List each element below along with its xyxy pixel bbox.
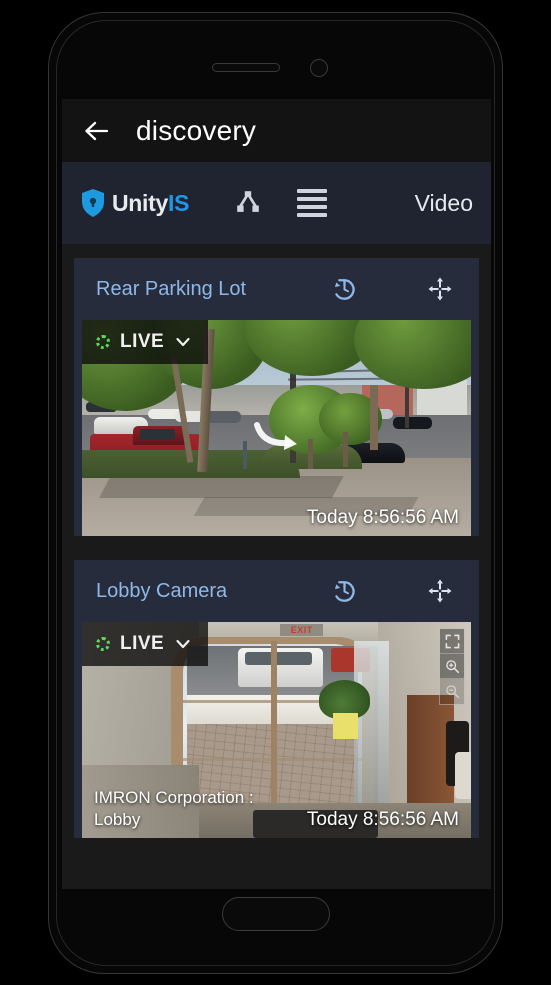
swipe-gesture-indicator <box>254 422 298 451</box>
fullscreen-icon <box>445 634 459 648</box>
history-restore-icon <box>334 580 355 602</box>
camera-title: Lobby Camera <box>96 579 228 602</box>
zoom-in-icon <box>445 659 459 673</box>
hamburger-menu-icon <box>297 189 328 217</box>
move-arrows-icon <box>428 579 452 603</box>
move-arrows-icon <box>428 277 452 301</box>
recording-spinner-icon <box>96 637 110 651</box>
exit-sign: EXIT <box>280 624 324 637</box>
live-status-badge[interactable]: LIVE <box>82 320 209 364</box>
recording-spinner-icon <box>96 335 110 349</box>
zoom-in-button[interactable] <box>440 654 464 679</box>
tree-hierarchy-icon <box>237 191 259 212</box>
tree-view-button[interactable] <box>231 186 265 220</box>
section-label: Video <box>414 189 473 216</box>
camera-card-header: Lobby Camera <box>74 560 479 622</box>
front-camera-lens <box>309 59 328 77</box>
chevron-down-icon[interactable] <box>174 333 192 351</box>
live-label: LIVE <box>120 633 165 654</box>
brand-logo[interactable]: UnityIS <box>80 188 189 218</box>
camera-list: Rear Parking Lot LIVE Today 8:56:56 AM L… <box>62 244 491 889</box>
camera-header-actions <box>327 574 457 608</box>
phone-frame: discovery UnityIS Video Rear Parking Lot… <box>48 12 503 974</box>
camera-header-actions <box>327 272 457 306</box>
history-restore-icon <box>334 278 355 300</box>
camera-card: Rear Parking Lot LIVE Today 8:56:56 AM <box>74 258 479 536</box>
back-button[interactable] <box>76 109 120 153</box>
navbar-icon-group <box>231 186 329 220</box>
page-title: discovery <box>136 114 257 146</box>
video-timestamp: Today 8:56:56 AM <box>306 507 459 528</box>
video-timestamp: Today 8:56:56 AM <box>306 809 459 830</box>
zoom-out-button[interactable] <box>440 679 464 704</box>
camera-title: Rear Parking Lot <box>96 277 247 300</box>
fullscreen-button[interactable] <box>440 629 464 654</box>
menu-button[interactable] <box>295 186 329 220</box>
home-button[interactable] <box>221 897 330 931</box>
video-control-stack <box>439 628 465 705</box>
camera-move-button[interactable] <box>423 272 457 306</box>
brand-name-accent: IS <box>168 189 190 216</box>
back-arrow-icon <box>85 121 109 140</box>
camera-move-button[interactable] <box>423 574 457 608</box>
zoom-out-icon <box>445 685 459 699</box>
brand-name-primary: Unity <box>112 189 169 216</box>
app-navbar: UnityIS Video <box>62 162 491 244</box>
live-status-badge[interactable]: LIVE <box>82 622 209 666</box>
earpiece-speaker <box>211 63 280 72</box>
camera-history-button[interactable] <box>327 574 361 608</box>
camera-card-header: Rear Parking Lot <box>74 258 479 320</box>
camera-video-feed[interactable]: LIVE Today 8:56:56 AM <box>82 320 471 536</box>
video-source-label: IMRON Corporation : Lobby <box>94 787 254 829</box>
chevron-down-icon[interactable] <box>174 635 192 653</box>
app-titlebar: discovery <box>62 99 491 162</box>
live-label: LIVE <box>120 331 165 352</box>
camera-card: Lobby Camera EXIT LIVE IMRON Corporation… <box>74 560 479 838</box>
shield-lock-icon <box>82 189 104 217</box>
phone-screen: discovery UnityIS Video Rear Parking Lot… <box>62 99 491 889</box>
camera-video-feed[interactable]: EXIT LIVE IMRON Corporation: Lobby Toda… <box>82 622 471 838</box>
brand-text: UnityIS <box>112 190 189 217</box>
camera-history-button[interactable] <box>327 272 361 306</box>
